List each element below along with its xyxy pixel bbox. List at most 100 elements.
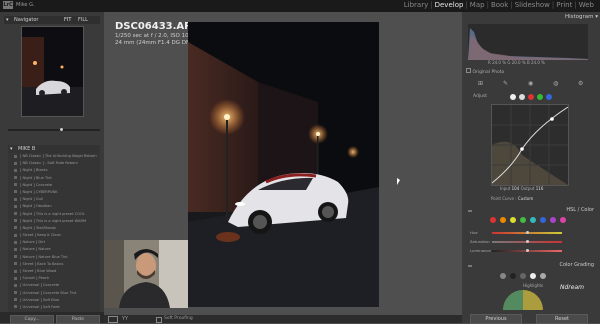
highlights-button[interactable] [530,273,536,279]
color-grading-title: Color Grading [559,262,594,268]
green-readout: 20.0 [511,60,521,65]
preset-item[interactable]: [ Street ] Back To Basics [8,261,100,268]
magenta-swatch[interactable] [560,217,566,223]
preset-item[interactable]: [ Nature ] Dirt [8,239,100,246]
original-photo-checkbox[interactable] [466,68,471,73]
histogram-title: Histogram [564,14,594,20]
red-channel-button[interactable] [528,94,534,100]
tone-curve-adjust: Adjust [473,94,487,99]
blue-readout: 24.0 [530,60,540,65]
zoom-fit[interactable]: FIT [64,17,71,23]
heal-icon[interactable]: ✎ [503,80,508,87]
original-photo-label: Original Photo [472,70,505,75]
blue-swatch[interactable] [540,217,546,223]
green-swatch[interactable] [520,217,526,223]
navigator-header[interactable]: ▾ Navigator FIT FILL [4,16,100,24]
red-swatch[interactable] [490,217,496,223]
green-channel-button[interactable] [537,94,543,100]
preset-item[interactable]: [ Sunset ] Peach [8,275,100,282]
histogram-graph [468,28,588,60]
user-name: Mike G. [16,2,35,8]
slider-track [8,129,100,131]
preset-item[interactable]: [ Night ] Blacks [8,167,100,174]
panel-switch-icon[interactable] [468,210,472,212]
saturation-knob[interactable] [526,240,529,243]
preset-item[interactable]: [ Street ] Blue Wood [8,268,100,275]
preset-item[interactable]: [ Night ] Obsidian [8,203,100,210]
midtones-button[interactable] [520,273,526,279]
presets-header[interactable]: ▾ MIKE B [8,145,100,153]
input-label: Input [500,186,511,191]
slider-knob[interactable] [60,128,63,131]
histogram-readout: R 24.0 % G 20.0 % B 24.0 % [488,60,545,65]
module-map[interactable]: Map [468,1,487,9]
preset-item[interactable]: [ Nature ] Nature [8,246,100,253]
preset-item[interactable]: [ Night ] Blue Tint [8,175,100,182]
module-develop[interactable]: Develop [433,1,466,9]
rgb-channel-button[interactable] [510,94,516,100]
preset-item[interactable]: [ Universal ] Soft Fade [8,304,100,311]
luminance-knob[interactable] [526,249,529,252]
preset-item[interactable]: [ Night ] CYBERPUNK [8,189,100,196]
crop-icon[interactable]: ⊞ [478,80,483,87]
preset-item[interactable]: [ NB Classic ] - Soft Fade Reborn [8,160,100,167]
composite-channel-button[interactable] [519,94,525,100]
output-label: Output [520,186,535,191]
shadows-button[interactable] [510,273,516,279]
navigator-zoom-slider[interactable] [8,126,100,132]
preset-item[interactable]: [ Night ] Gull [8,196,100,203]
preset-item[interactable]: [ Street ] Keep it Clean [8,232,100,239]
loupe-view-icon[interactable] [108,316,118,323]
module-web[interactable]: Web [577,1,596,9]
gear-icon[interactable]: ⚙ [578,80,583,87]
hue-knob[interactable] [526,231,529,234]
three-way-button[interactable] [500,273,506,279]
point-curve-value[interactable]: Custom [518,196,533,201]
preset-item[interactable]: [ Night ] This is a night preset COOL [8,211,100,218]
point-curve-row[interactable]: Point Curve : Custom [491,196,533,201]
soft-proofing-checkbox[interactable] [156,317,162,323]
soft-proofing-label: Soft Proofing [164,316,193,321]
navigator-preview[interactable] [21,26,84,117]
aqua-swatch[interactable] [530,217,536,223]
navigator-thumbnail [22,27,83,116]
histogram-header[interactable]: Histogram ▾ [466,14,598,23]
preset-item[interactable]: [ Nature ] Nature Blue Tint [8,254,100,261]
red-readout: 24.0 [492,60,501,65]
orange-swatch[interactable] [500,217,506,223]
module-library[interactable]: Library [402,1,430,9]
blue-channel-button[interactable] [546,94,552,100]
collapse-triangle-icon: ▾ [10,146,13,152]
preset-item[interactable]: [ Night ] Concrete [8,182,100,189]
output-value: 116 [535,186,544,191]
color-grading-header[interactable]: Color Grading [466,262,596,270]
mask-icon[interactable]: ◍ [553,80,558,87]
hsl-header[interactable]: HSL / Color [466,207,596,215]
preset-item[interactable]: [ NB Classic ] The Unfucking Illegal Reb… [8,153,100,160]
hue-label: Hue [470,230,478,235]
compare-icon[interactable]: YY [122,316,128,322]
original-photo-toggle[interactable]: Original Photo [466,68,504,75]
input-value: 104 [511,186,520,191]
module-book[interactable]: Book [489,1,510,9]
watermark-signature: Ndream [560,284,584,291]
yellow-swatch[interactable] [510,217,516,223]
tone-curve-graph[interactable] [491,104,569,186]
preset-item[interactable]: [ Night ] This is a night preset WARM [8,218,100,225]
curve-readout: Input 104 Output 116 [500,186,543,191]
main-photo[interactable] [188,22,379,307]
purple-swatch[interactable] [550,217,556,223]
navigator-title: Navigator [14,17,39,23]
preset-item[interactable]: [ Universal ] Soft Blue [8,297,100,304]
zoom-fill[interactable]: FILL [78,17,88,23]
preset-item[interactable]: [ Universal ] Concrete [8,282,100,289]
module-slideshow[interactable]: Slideshow [513,1,552,9]
panel-switch-icon[interactable] [468,265,472,267]
color-wheel[interactable] [503,290,543,310]
module-print[interactable]: Print [554,1,574,9]
preset-item[interactable]: [ Universal ] Concrete Blue Tint [8,290,100,297]
preset-item[interactable]: [ Night ] Teal/Moody [8,225,100,232]
redeye-icon[interactable]: ◉ [528,80,533,87]
app-logo: LrC [3,1,13,9]
global-button[interactable] [540,273,546,279]
